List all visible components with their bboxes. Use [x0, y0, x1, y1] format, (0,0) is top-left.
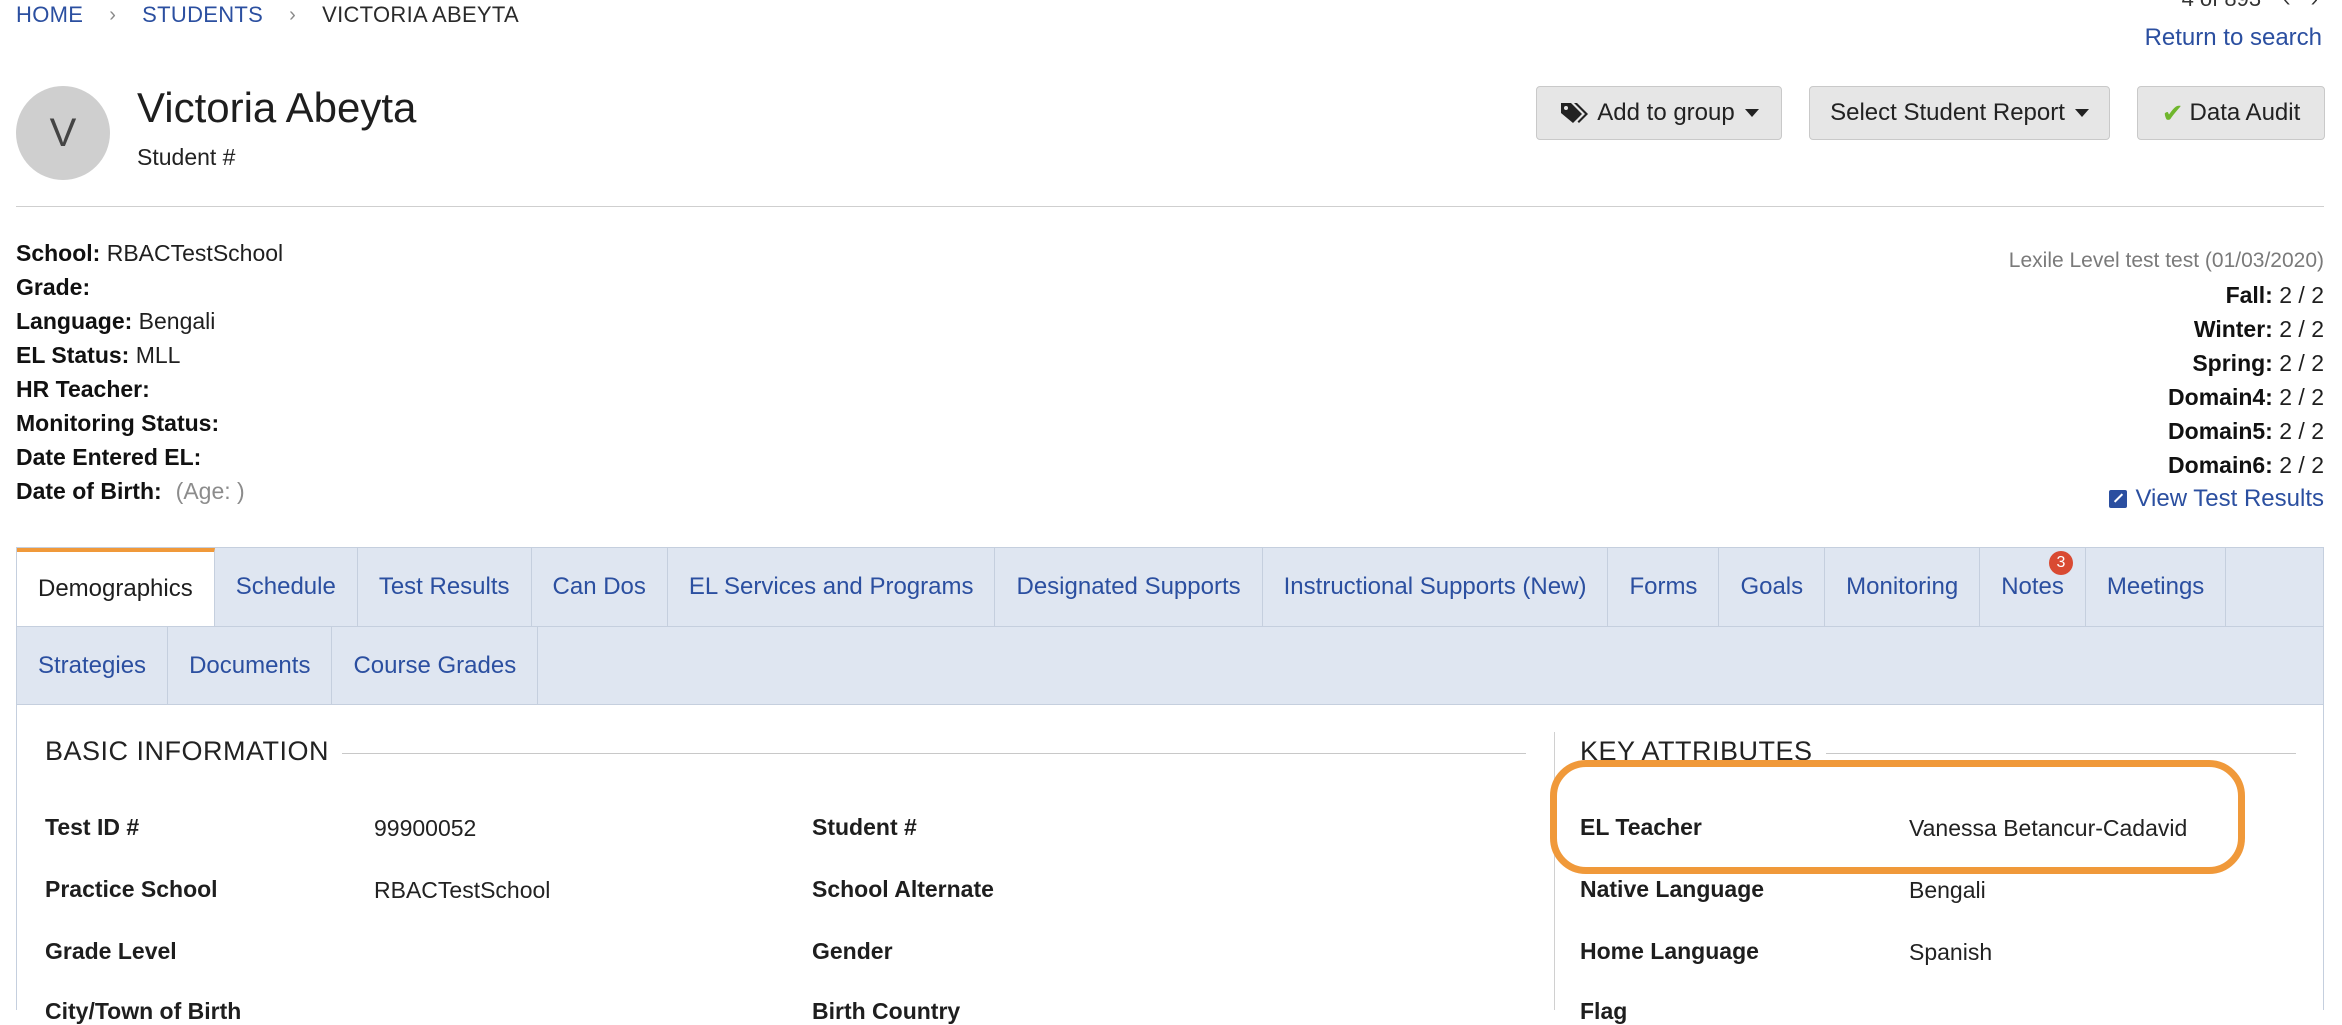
student-name: Victoria Abeyta [137, 84, 417, 131]
tab-monitoring[interactable]: Monitoring [1825, 548, 1981, 626]
tab-documents[interactable]: Documents [168, 627, 333, 705]
notes-count-badge: 3 [2048, 551, 2073, 575]
lexile-winter-label: Winter: [2193, 316, 2273, 342]
tab-course-grades[interactable]: Course Grades [332, 627, 539, 705]
lexile-domain6-label: Domain6: [2168, 452, 2273, 478]
caret-down-icon [1744, 109, 1759, 117]
pager: 4 of 893 ‹ › [2182, 0, 2318, 12]
date-of-birth-label: Date of Birth: [16, 478, 162, 504]
data-audit-label: Data Audit [2189, 99, 2301, 126]
tab-strategies[interactable]: Strategies [17, 627, 169, 705]
tags-icon [1561, 103, 1589, 123]
date-entered-el-label: Date Entered EL: [16, 444, 202, 470]
tab-goals[interactable]: Goals [1719, 548, 1826, 626]
lexile-row: Domain4: 2 / 2 [2009, 380, 2324, 414]
tab-notes-label: Notes [2001, 573, 2064, 600]
tab-forms[interactable]: Forms [1608, 548, 1720, 626]
breadcrumb-separator-icon: › [109, 3, 117, 26]
home-language-value: Spanish [1909, 939, 1993, 965]
school-value: RBACTestSchool [106, 240, 284, 266]
header-divider [16, 206, 2324, 207]
avatar: V [16, 86, 110, 180]
tab-designated-supports[interactable]: Designated Supports [995, 548, 1263, 626]
breadcrumb-students-link[interactable]: STUDENTS [142, 2, 263, 28]
lexile-header: Lexile Level test test (01/03/2020) [2008, 249, 2324, 272]
practice-school-label: Practice School [45, 876, 218, 902]
city-of-birth-label: City/Town of Birth [45, 998, 242, 1024]
practice-school-value: RBACTestSchool [374, 877, 551, 903]
lexile-spring-value: 2 / 2 [2279, 350, 2324, 376]
return-to-search-link[interactable]: Return to search [2145, 24, 2322, 52]
caret-down-icon [2074, 109, 2089, 117]
birth-country-label: Birth Country [812, 998, 961, 1024]
student-number-label: Student # [137, 144, 236, 170]
grade-label: Grade: [16, 274, 91, 300]
external-link-icon [2109, 490, 2128, 508]
select-student-report-label: Select Student Report [1830, 99, 2065, 126]
lexile-spring-label: Spring: [2192, 350, 2273, 376]
lexile-winter-value: 2 / 2 [2279, 316, 2324, 342]
add-to-group-button[interactable]: Add to group [1536, 86, 1782, 140]
breadcrumb-separator-icon: › [289, 3, 297, 26]
tab-notes[interactable]: Notes 3 [1980, 548, 2086, 626]
lexile-row: Domain5: 2 / 2 [2009, 414, 2324, 448]
lexile-domain5-label: Domain5: [2168, 418, 2273, 444]
tab-schedule[interactable]: Schedule [215, 548, 358, 626]
section-divider [342, 753, 1526, 754]
lexile-domain4-value: 2 / 2 [2279, 384, 2324, 410]
breadcrumb: HOME › STUDENTS › VICTORIA ABEYTA [16, 2, 519, 28]
lexile-summary: Lexile Level test test (01/03/2020) Fall… [2009, 244, 2324, 517]
view-test-results-label: View Test Results [2135, 485, 2324, 512]
breadcrumb-current: VICTORIA ABEYTA [322, 2, 519, 27]
test-id-label: Test ID # [45, 814, 140, 840]
gender-label: Gender [812, 938, 893, 964]
tab-test-results[interactable]: Test Results [358, 548, 532, 626]
el-status-label: EL Status: [16, 342, 130, 368]
native-language-value: Bengali [1909, 877, 1986, 903]
profile-tabs: Demographics Schedule Test Results Can D… [16, 547, 2324, 705]
lexile-row: Domain6: 2 / 2 [2009, 448, 2324, 482]
lexile-row: Fall: 2 / 2 [2009, 278, 2324, 312]
lexile-domain5-value: 2 / 2 [2279, 418, 2324, 444]
next-attribute-label: Flag [1580, 998, 1628, 1024]
add-to-group-label: Add to group [1597, 99, 1735, 126]
tab-can-dos[interactable]: Can Dos [532, 548, 668, 626]
home-language-label: Home Language [1580, 938, 1759, 964]
data-audit-button[interactable]: ✔ Data Audit [2137, 86, 2325, 140]
native-language-label: Native Language [1580, 876, 1765, 902]
pager-count: 4 of 893 [2182, 0, 2262, 11]
lexile-domain4-label: Domain4: [2168, 384, 2273, 410]
language-label: Language: [16, 308, 133, 334]
lexile-row: Spring: 2 / 2 [2009, 346, 2324, 380]
column-divider [1554, 732, 1555, 1010]
lexile-domain6-value: 2 / 2 [2279, 452, 2324, 478]
lexile-fall-label: Fall: [2225, 282, 2273, 308]
monitoring-status-label: Monitoring Status: [16, 410, 220, 436]
select-student-report-button[interactable]: Select Student Report [1809, 86, 2110, 140]
test-id-value: 99900052 [374, 815, 477, 841]
school-alternate-label: School Alternate [812, 876, 994, 902]
basic-information-title: BASIC INFORMATION [45, 736, 330, 766]
section-divider [1826, 753, 2296, 754]
previous-arrow-icon[interactable]: ‹ [2283, 0, 2290, 11]
tab-el-services[interactable]: EL Services and Programs [668, 548, 996, 626]
language-value: Bengali [138, 308, 216, 334]
school-label: School: [16, 240, 101, 266]
lexile-fall-value: 2 / 2 [2279, 282, 2324, 308]
student-info: School: RBACTestSchool Grade: Language: … [16, 236, 283, 508]
next-arrow-icon[interactable]: › [2311, 0, 2318, 11]
el-status-value: MLL [135, 342, 181, 368]
tab-demographics[interactable]: Demographics [17, 548, 215, 626]
el-teacher-highlight [1550, 760, 2245, 874]
lexile-row: Winter: 2 / 2 [2009, 312, 2324, 346]
grade-level-label: Grade Level [45, 938, 177, 964]
hr-teacher-label: HR Teacher: [16, 376, 150, 402]
tab-instructional-supports[interactable]: Instructional Supports (New) [1263, 548, 1609, 626]
tab-meetings[interactable]: Meetings [2086, 548, 2227, 626]
student-number-field-label: Student # [812, 814, 917, 840]
breadcrumb-home-link[interactable]: HOME [16, 2, 83, 28]
check-icon: ✔ [2161, 97, 2184, 128]
age-value: (Age: ) [175, 478, 245, 504]
view-test-results-link[interactable]: View Test Results [2109, 482, 2324, 516]
